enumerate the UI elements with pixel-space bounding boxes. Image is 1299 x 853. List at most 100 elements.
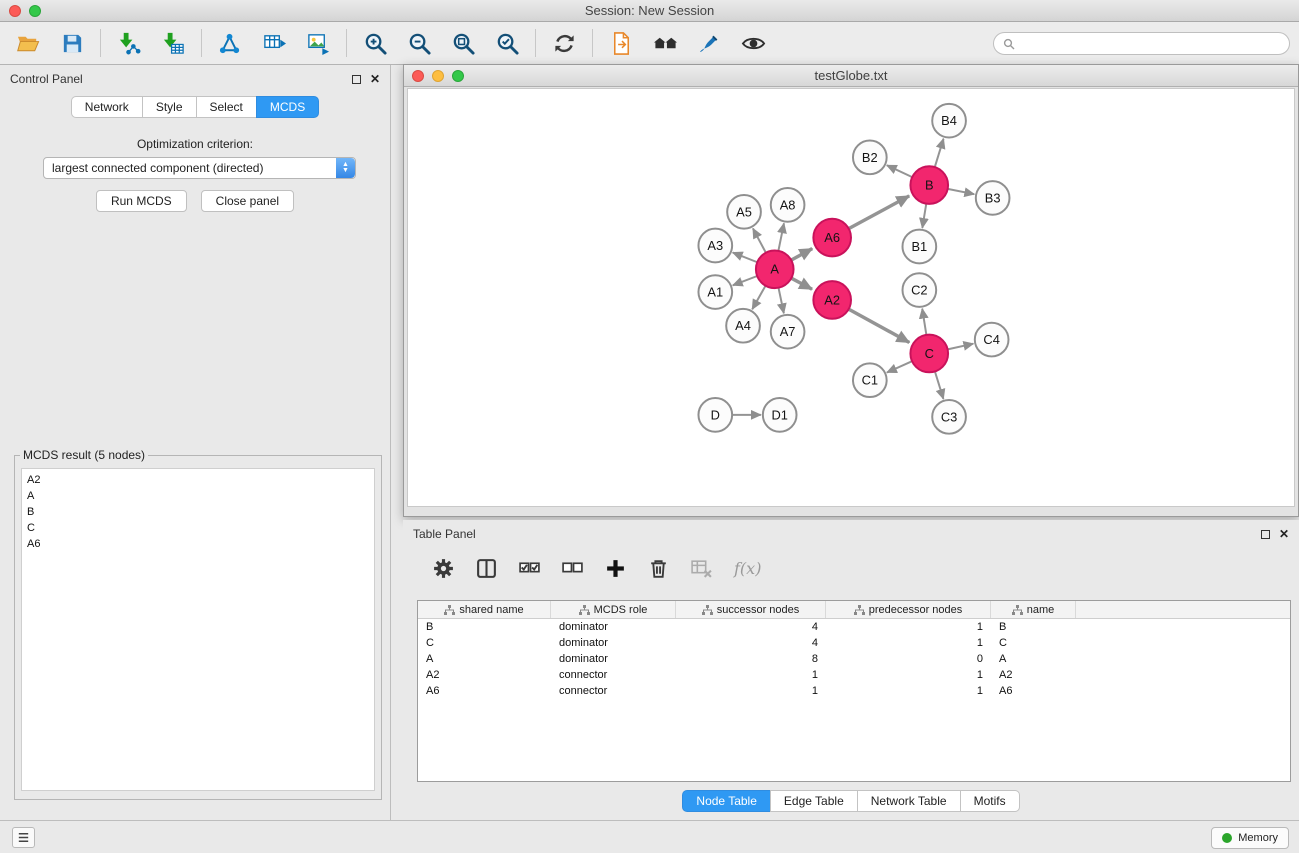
network-edge-C-C1[interactable] [887, 361, 912, 372]
result-item[interactable]: B [27, 504, 369, 520]
network-node-B1[interactable]: B1 [903, 230, 937, 264]
delete-table-button[interactable] [687, 554, 715, 582]
close-table-panel-icon[interactable]: ✕ [1279, 528, 1289, 540]
table-cell[interactable]: A [991, 651, 1076, 667]
network-node-A6[interactable]: A6 [813, 219, 851, 257]
network-node-C3[interactable]: C3 [932, 400, 966, 434]
float-table-panel-icon[interactable] [1261, 530, 1270, 539]
network-node-A8[interactable]: A8 [771, 188, 805, 222]
table-cell[interactable]: A2 [418, 667, 551, 683]
memory-button[interactable]: Memory [1211, 827, 1289, 849]
table-cell[interactable]: connector [551, 667, 676, 683]
table-cell[interactable]: 1 [826, 619, 991, 635]
table-cell[interactable]: A6 [991, 683, 1076, 699]
search-input[interactable] [1020, 37, 1280, 51]
table-row[interactable]: Cdominator41C [418, 635, 1290, 651]
table-row[interactable]: Bdominator41B [418, 619, 1290, 635]
zoom-network-window-button[interactable] [452, 70, 464, 82]
network-edge-A-A3[interactable] [733, 253, 758, 263]
network-node-C1[interactable]: C1 [853, 363, 887, 397]
close-panel-button[interactable]: Close panel [201, 190, 294, 212]
result-item[interactable]: A6 [27, 536, 369, 552]
home-view-button[interactable] [651, 29, 679, 57]
network-edge-C-C4[interactable] [948, 344, 974, 350]
optimization-dropdown[interactable]: largest connected component (directed) ▲… [43, 157, 356, 179]
apply-style-button[interactable] [695, 29, 723, 57]
run-mcds-button[interactable]: Run MCDS [96, 190, 187, 212]
column-header-name[interactable]: name [991, 601, 1076, 618]
table-cell[interactable]: 0 [826, 651, 991, 667]
network-edge-A2-C[interactable] [849, 309, 910, 342]
table-row[interactable]: A2connector11A2 [418, 667, 1290, 683]
tab-motifs[interactable]: Motifs [960, 790, 1020, 812]
new-network-button[interactable] [216, 29, 244, 57]
table-cell[interactable]: dominator [551, 651, 676, 667]
network-node-B4[interactable]: B4 [932, 104, 966, 138]
table-row[interactable]: A6connector11A6 [418, 683, 1290, 699]
network-edge-A-A8[interactable] [778, 223, 784, 251]
table-cell[interactable]: connector [551, 683, 676, 699]
network-node-A4[interactable]: A4 [726, 309, 760, 343]
tab-edge-table[interactable]: Edge Table [770, 790, 857, 812]
table-cell[interactable]: 1 [676, 667, 826, 683]
network-edge-B-B2[interactable] [887, 165, 912, 177]
network-edge-B-B3[interactable] [948, 189, 975, 194]
network-node-A3[interactable]: A3 [698, 229, 732, 263]
table-cell[interactable]: C [418, 635, 551, 651]
network-node-A1[interactable]: A1 [698, 275, 732, 309]
table-cell[interactable]: 4 [676, 619, 826, 635]
column-header-predecessor-nodes[interactable]: predecessor nodes [826, 601, 991, 618]
network-node-A5[interactable]: A5 [727, 195, 761, 229]
tab-style[interactable]: Style [142, 96, 196, 118]
tab-node-table[interactable]: Node Table [682, 790, 770, 812]
table-cell[interactable]: 1 [826, 635, 991, 651]
network-edge-A-A4[interactable] [752, 286, 765, 310]
zoom-fit-button[interactable] [449, 29, 477, 57]
close-panel-icon[interactable]: ✕ [370, 73, 380, 85]
network-canvas[interactable]: AA6A2BCA1A3A4A5A7A8B1B2B3B4C1C2C3C4DD1 [407, 88, 1295, 507]
save-session-button[interactable] [58, 29, 86, 57]
table-cell[interactable]: C [991, 635, 1076, 651]
network-edge-A6-B[interactable] [849, 196, 910, 229]
network-edge-A-A2[interactable] [791, 278, 812, 289]
task-history-button[interactable] [12, 827, 35, 848]
network-node-B2[interactable]: B2 [853, 141, 887, 175]
network-node-B3[interactable]: B3 [976, 181, 1010, 215]
zoom-out-button[interactable] [405, 29, 433, 57]
export-image-button[interactable] [304, 29, 332, 57]
network-edge-B-B4[interactable] [935, 139, 944, 167]
network-edge-A-A1[interactable] [733, 276, 757, 285]
show-hide-button[interactable] [739, 29, 767, 57]
network-node-D[interactable]: D [698, 398, 732, 432]
table-cell[interactable]: A2 [991, 667, 1076, 683]
tab-network-table[interactable]: Network Table [857, 790, 960, 812]
result-item[interactable]: A [27, 488, 369, 504]
add-column-button[interactable] [601, 554, 629, 582]
close-window-button[interactable] [9, 5, 21, 17]
titlebar[interactable]: Session: New Session [0, 0, 1299, 22]
float-panel-icon[interactable] [352, 75, 361, 84]
network-edge-C-C3[interactable] [935, 371, 944, 399]
import-table-button[interactable] [159, 29, 187, 57]
table-cell[interactable]: 1 [676, 683, 826, 699]
table-cell[interactable]: B [991, 619, 1076, 635]
table-cell[interactable]: 4 [676, 635, 826, 651]
table-cell[interactable]: A6 [418, 683, 551, 699]
network-window-titlebar[interactable]: testGlobe.txt [404, 65, 1298, 87]
column-header-MCDS-role[interactable]: MCDS role [551, 601, 676, 618]
table-row[interactable]: Adominator80A [418, 651, 1290, 667]
table-cell[interactable]: B [418, 619, 551, 635]
deselect-all-button[interactable] [558, 554, 586, 582]
import-network-button[interactable] [115, 29, 143, 57]
select-all-button[interactable] [515, 554, 543, 582]
mcds-result-list[interactable]: A2ABCA6 [21, 468, 375, 791]
refresh-button[interactable] [550, 29, 578, 57]
function-builder-button[interactable]: f(x) [730, 559, 761, 578]
network-edge-A-A6[interactable] [791, 249, 812, 261]
network-node-D1[interactable]: D1 [763, 398, 797, 432]
network-node-C4[interactable]: C4 [975, 323, 1009, 357]
close-network-window-button[interactable] [412, 70, 424, 82]
table-cell[interactable]: 8 [676, 651, 826, 667]
delete-column-button[interactable] [644, 554, 672, 582]
result-item[interactable]: A2 [27, 472, 369, 488]
